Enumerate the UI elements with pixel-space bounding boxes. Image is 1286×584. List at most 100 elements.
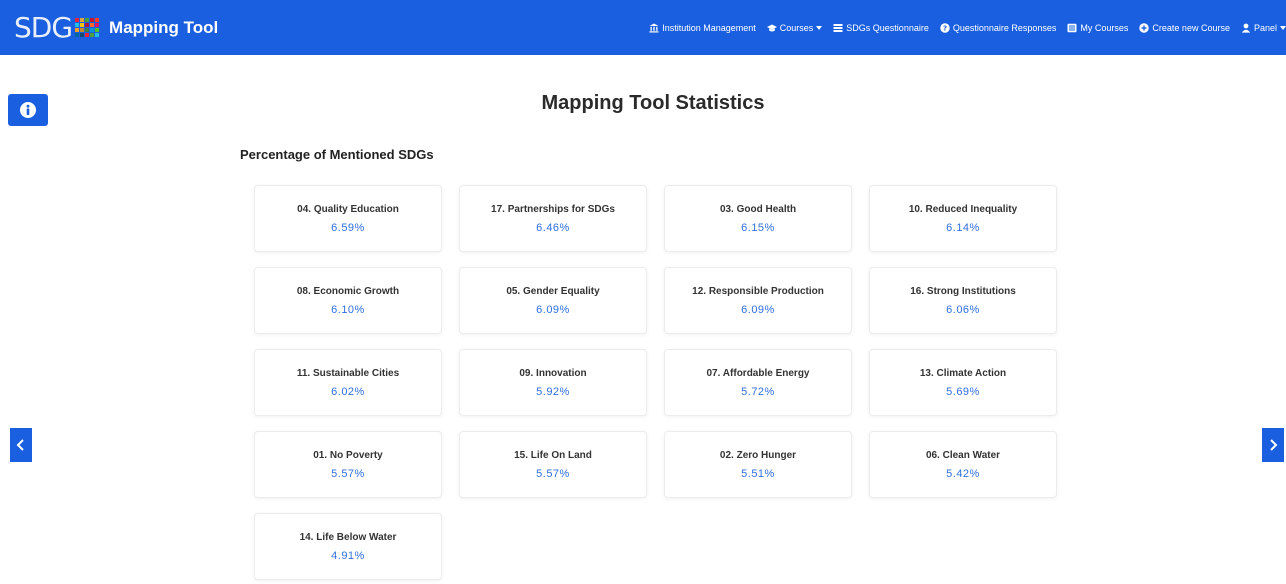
sdg-stat-card: 03. Good Health 6.15% [664,185,852,252]
sdg-label: 01. No Poverty [313,449,383,461]
sdg-percentage: 5.92% [536,385,570,398]
sdg-stat-card: 01. No Poverty 5.57% [254,431,442,498]
sdg-percentage: 6.10% [331,303,365,316]
sdg-percentage: 6.09% [536,303,570,316]
logo-dot [90,33,95,37]
institution-icon [649,23,659,33]
sdg-stat-card: 13. Climate Action 5.69% [869,349,1057,416]
sdg-stat-card: 09. Innovation 5.92% [459,349,647,416]
chevron-right-icon [1270,439,1278,451]
sdg-percentage: 5.72% [741,385,775,398]
page-title: Mapping Tool Statistics [541,92,765,114]
sdg-stat-card: 05. Gender Equality 6.09% [459,267,647,334]
sdg-label: 08. Economic Growth [296,285,400,297]
sdg-percentage: 5.57% [331,467,365,480]
logo-dot [95,28,100,32]
sdg-label: 11. Sustainable Cities [296,367,400,379]
nav-link-create-new-course[interactable]: Create new Course [1139,23,1230,33]
sdg-stat-card: 06. Clean Water 5.42% [869,431,1057,498]
logo-dot [75,18,80,22]
sdg-label: 17. Partnerships for SDGs [491,203,615,215]
sdg-percentage: 6.59% [331,221,365,234]
sdg-percentage: 5.57% [536,467,570,480]
previous-slide-button[interactable] [10,428,32,462]
logo-dot [75,28,80,32]
nav-link-courses[interactable]: Courses [766,22,823,33]
question-circle-icon: ? [940,22,950,33]
sdg-label: 03. Good Health [719,203,797,215]
sdg-stat-card: 11. Sustainable Cities 6.02% [254,349,442,416]
sdg-stat-card: 04. Quality Education 6.59% [254,185,442,252]
nav-link-label: SDGs Questionnaire [846,22,929,33]
sdg-percentage: 5.42% [946,467,980,480]
brand-title: Mapping Tool [109,17,219,37]
sdg-label: 13. Climate Action [919,367,1007,379]
logo-dot [80,23,85,27]
caret-down-icon [816,25,823,30]
sdg-percentage: 6.02% [331,385,365,398]
logo-dot [85,23,90,27]
caret-down-icon [1280,25,1286,30]
top-navbar: SDG Mapping Tool Institution Management C… [0,0,1286,55]
nav-link-label: Create new Course [1152,22,1230,33]
graduation-cap-icon [766,23,777,33]
sdg-label: 12. Responsible Production [692,285,824,297]
courses-icon [1067,23,1077,33]
logo-dot [95,33,100,37]
nav-link-label: My Courses [1080,22,1129,33]
sdg-percentage: 6.14% [946,221,980,234]
nav-link-label: Courses [779,22,814,33]
logo-dot [90,28,95,32]
sdg-stat-card: 10. Reduced Inequality 6.14% [869,185,1057,252]
sdg-stat-card: 14. Life Below Water 4.91% [254,513,442,580]
sdg-label: 15. Life On Land [514,449,592,461]
section-title: Percentage of Mentioned SDGs [240,147,434,162]
sdg-stat-card: 07. Affordable Energy 5.72% [664,349,852,416]
nav-link-label: Institution Management [662,22,756,33]
sdg-label: 09. Innovation [519,367,587,379]
logo-dot [80,28,85,32]
sdg-label: 05. Gender Equality [506,285,600,297]
sdg-percentage: 6.15% [741,221,775,234]
logo-dot [75,23,80,27]
sdg-stat-card: 12. Responsible Production 6.09% [664,267,852,334]
logo-dot [85,28,90,32]
nav-link-institution-management[interactable]: Institution Management [649,23,756,33]
sdg-percentage: 6.09% [741,303,775,316]
logo-dot [80,33,85,37]
sdg-percentage: 4.91% [331,549,365,562]
nav-link-my-courses[interactable]: My Courses [1067,23,1128,33]
sdg-stat-card: 17. Partnerships for SDGs 6.46% [459,185,647,252]
next-slide-button[interactable] [1262,428,1284,462]
list-icon [833,23,843,33]
plus-circle-icon [1139,22,1150,33]
nav-link-label: Questionnaire Responses [952,22,1057,33]
sdg-label: 04. Quality Education [297,203,399,215]
logo-dot [80,18,85,22]
sdg-stats-grid: 04. Quality Education 6.59% 17. Partnershi… [254,185,1060,580]
brand[interactable]: SDG Mapping Tool [14,11,218,44]
svg-text:?: ? [943,24,947,32]
sdg-percentage: 5.69% [946,385,980,398]
logo-dot [90,18,95,22]
sdg-label: 07. Affordable Energy [706,367,810,379]
sdg-percentage: 6.06% [946,303,980,316]
nav-links: Institution Management Courses SDGs Questi… [638,0,1286,55]
sdg-label: 10. Reduced Inequality [908,203,1018,215]
logo-dot [90,23,95,27]
logo-dot [85,18,90,22]
sdg-stat-card: 16. Strong Institutions 6.06% [869,267,1057,334]
nav-link-questionnaire-responses[interactable]: ? Questionnaire Responses [940,22,1057,33]
sdg-percentage: 5.51% [741,467,775,480]
logo-dot [95,18,100,22]
sdg-percentage: 6.46% [536,221,570,234]
brand-logo-text: SDG [14,11,73,44]
nav-link-label: Panel [1253,22,1277,33]
nav-link-panel[interactable]: Panel [1241,23,1286,33]
nav-link-sdgs-questionnaire[interactable]: SDGs Questionnaire [833,23,929,33]
sdg-label: 16. Strong Institutions [910,285,1016,297]
sdg-stat-card: 02. Zero Hunger 5.51% [664,431,852,498]
sdg-label: 02. Zero Hunger [719,449,797,461]
logo-dot [85,33,90,37]
sdg-logo-icon [75,18,100,37]
